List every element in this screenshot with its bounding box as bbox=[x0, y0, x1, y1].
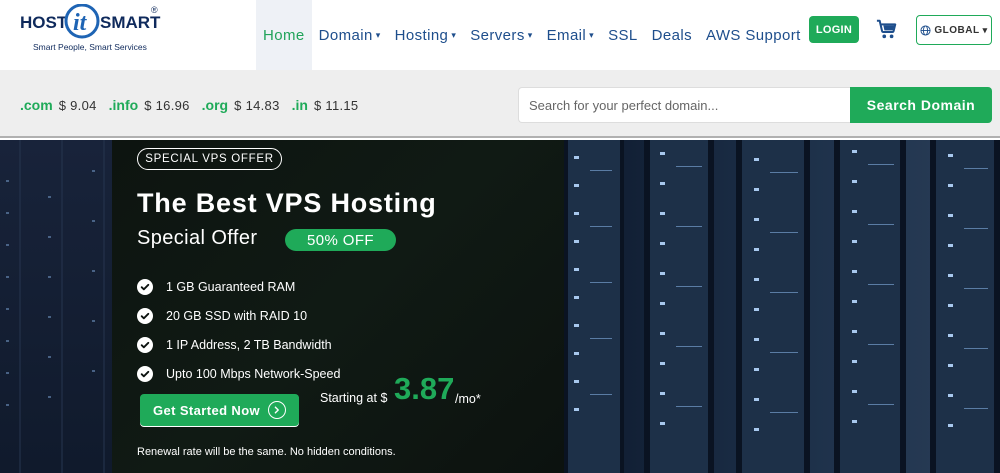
region-selector[interactable]: GLOBAL ▾ bbox=[916, 15, 992, 45]
feature-text: Upto 100 Mbps Network-Speed bbox=[166, 366, 341, 381]
feature-item: 1 IP Address, 2 TB Bandwidth bbox=[137, 330, 340, 359]
domain-price-list: .com $ 9.04 .info $ 16.96 .org $ 14.83 .in $… bbox=[20, 97, 370, 113]
price-item-com[interactable]: .com $ 9.04 bbox=[20, 97, 97, 113]
logo-text-it: it bbox=[73, 10, 88, 36]
chevron-down-icon: ▾ bbox=[589, 29, 595, 40]
chevron-down-icon: ▾ bbox=[451, 29, 457, 40]
logo-registered: ® bbox=[151, 5, 158, 15]
tld-label: .info bbox=[108, 97, 139, 113]
check-icon bbox=[137, 278, 153, 295]
check-icon bbox=[137, 307, 153, 324]
nav-item-email[interactable]: Email ▾ bbox=[540, 0, 601, 70]
renewal-note: Renewal rate will be the same. No hidden… bbox=[137, 446, 396, 458]
price-item-org[interactable]: .org $ 14.83 bbox=[202, 97, 280, 113]
get-started-button[interactable]: Get Started Now bbox=[140, 394, 299, 426]
feature-text: 1 IP Address, 2 TB Bandwidth bbox=[166, 337, 332, 352]
domain-search-bar: .com $ 9.04 .info $ 16.96 .org $ 14.83 .in $… bbox=[0, 70, 1000, 138]
hero-title: The Best VPS Hosting bbox=[137, 188, 437, 218]
cta-label: Get Started Now bbox=[152, 402, 261, 418]
price-item-info[interactable]: .info $ 16.96 bbox=[109, 97, 190, 113]
tld-label: .org bbox=[201, 97, 229, 113]
chevron-down-icon: ▾ bbox=[982, 24, 988, 35]
nav-label: Servers bbox=[470, 26, 525, 44]
logo-text-host: HOST bbox=[20, 13, 68, 32]
nav-label: Domain bbox=[318, 26, 373, 44]
nav-item-servers[interactable]: Servers ▾ bbox=[463, 0, 539, 70]
domain-search-input[interactable] bbox=[518, 87, 850, 123]
arrow-right-icon bbox=[268, 401, 287, 419]
feature-text: 1 GB Guaranteed RAM bbox=[166, 279, 296, 294]
special-offer-badge: SPECIAL VPS OFFER bbox=[137, 148, 282, 170]
tld-price: $ 11.15 bbox=[313, 98, 359, 113]
main-nav: Home Domain ▾ Hosting ▾ Servers ▾ Email ▾ SS… bbox=[256, 0, 808, 70]
nav-item-domain[interactable]: Domain ▾ bbox=[312, 0, 388, 70]
feature-item: 1 GB Guaranteed RAM bbox=[137, 272, 340, 301]
server-rack-graphic-right bbox=[564, 140, 1000, 473]
feature-item: Upto 100 Mbps Network-Speed bbox=[137, 359, 340, 388]
region-label: GLOBAL bbox=[934, 24, 980, 36]
feature-item: 20 GB SSD with RAID 10 bbox=[137, 301, 340, 330]
tld-label: .com bbox=[20, 97, 53, 113]
feature-text: 20 GB SSD with RAID 10 bbox=[166, 308, 308, 323]
check-icon bbox=[137, 336, 153, 353]
search-domain-button[interactable]: Search Domain bbox=[850, 87, 992, 123]
chevron-down-icon: ▾ bbox=[375, 29, 381, 40]
starting-price-value: 3.87 bbox=[394, 371, 455, 406]
price-unit: /mo* bbox=[455, 392, 481, 406]
nav-label: AWS Support bbox=[706, 26, 801, 44]
login-button[interactable]: LOGIN bbox=[809, 16, 859, 43]
server-rack-graphic-left bbox=[6, 140, 105, 473]
tld-label: .in bbox=[291, 97, 308, 113]
hero-banner: SPECIAL VPS OFFER The Best VPS Hosting S… bbox=[0, 140, 1000, 473]
nav-label: Email bbox=[546, 26, 587, 44]
chevron-down-icon: ▾ bbox=[527, 29, 533, 40]
nav-label: SSL bbox=[608, 26, 638, 44]
logo-text-smart: SMART bbox=[100, 13, 161, 32]
nav-label: Deals bbox=[651, 26, 692, 44]
tld-price: $ 14.83 bbox=[234, 98, 280, 113]
cart-button[interactable] bbox=[876, 18, 898, 40]
tld-price: $ 16.96 bbox=[144, 98, 190, 113]
price-item-in[interactable]: .in $ 11.15 bbox=[292, 97, 359, 113]
site-header: HOST it SMART ® Smart People, Smart Serv… bbox=[0, 0, 1000, 70]
brand-logo[interactable]: HOST it SMART ® Smart People, Smart Serv… bbox=[18, 4, 168, 60]
nav-item-ssl[interactable]: SSL bbox=[601, 0, 645, 70]
nav-label: Home bbox=[263, 26, 305, 44]
nav-item-home[interactable]: Home bbox=[256, 0, 312, 70]
nav-item-hosting[interactable]: Hosting ▾ bbox=[388, 0, 464, 70]
tld-price: $ 9.04 bbox=[58, 98, 97, 113]
starting-price-label: Starting at $ bbox=[320, 391, 388, 405]
hero-subtitle: Special Offer bbox=[137, 227, 258, 249]
discount-badge: 50% OFF bbox=[285, 229, 396, 251]
nav-item-aws-support[interactable]: AWS Support bbox=[699, 0, 808, 70]
logo-tagline: Smart People, Smart Services bbox=[33, 42, 147, 52]
cart-icon bbox=[876, 19, 897, 39]
check-icon bbox=[137, 365, 153, 382]
nav-label: Hosting bbox=[394, 26, 449, 44]
globe-icon bbox=[920, 24, 931, 36]
nav-item-deals[interactable]: Deals bbox=[645, 0, 699, 70]
logo-graphic: HOST it SMART ® Smart People, Smart Serv… bbox=[20, 4, 161, 52]
feature-list: 1 GB Guaranteed RAM 20 GB SSD with RAID … bbox=[137, 272, 340, 388]
